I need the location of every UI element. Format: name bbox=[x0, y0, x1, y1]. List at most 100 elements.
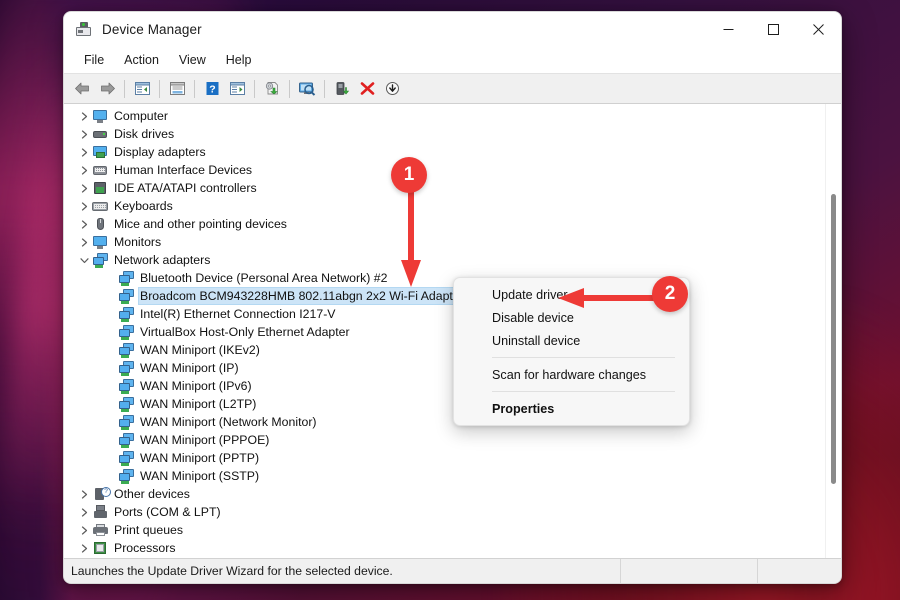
tree-row[interactable]: WAN Miniport (SSTP) bbox=[64, 467, 825, 485]
tree-indent-spacer bbox=[102, 324, 118, 340]
uninstall-device-icon[interactable] bbox=[355, 77, 379, 100]
menu-bar: File Action View Help bbox=[64, 47, 841, 73]
tree-item-label: Human Interface Devices bbox=[113, 162, 254, 178]
chevron-right-icon[interactable] bbox=[76, 144, 92, 160]
tree-row[interactable]: VirtualBox Host-Only Ethernet Adapter bbox=[64, 323, 825, 341]
tree-row[interactable]: WAN Miniport (IKEv2) bbox=[64, 341, 825, 359]
help-icon[interactable]: ? bbox=[200, 77, 224, 100]
tree-row[interactable]: Computer bbox=[64, 107, 825, 125]
tree-indent-spacer bbox=[102, 396, 118, 412]
processor-icon bbox=[92, 540, 109, 556]
tree-item-label: Processors bbox=[113, 540, 178, 556]
tree-indent-spacer bbox=[102, 360, 118, 376]
disk-drive-icon bbox=[92, 126, 109, 142]
device-tree[interactable]: ComputerDisk drivesDisplay adaptersHuman… bbox=[64, 104, 825, 558]
context-menu-item-label: Scan for hardware changes bbox=[492, 368, 646, 382]
title-bar: Device Manager bbox=[64, 12, 841, 47]
tree-row[interactable]: WAN Miniport (IPv6) bbox=[64, 377, 825, 395]
tree-row[interactable]: WAN Miniport (PPTP) bbox=[64, 449, 825, 467]
computer-icon bbox=[92, 108, 109, 124]
tree-item-label: Monitors bbox=[113, 234, 163, 250]
chevron-right-icon[interactable] bbox=[76, 234, 92, 250]
tree-row[interactable]: WAN Miniport (Network Monitor) bbox=[64, 413, 825, 431]
close-button[interactable] bbox=[796, 12, 841, 47]
tree-row[interactable]: Print queues bbox=[64, 521, 825, 539]
chevron-right-icon[interactable] bbox=[76, 216, 92, 232]
tree-row[interactable]: Intel(R) Ethernet Connection I217-V bbox=[64, 305, 825, 323]
tree-item-label: Intel(R) Ethernet Connection I217-V bbox=[139, 306, 338, 322]
tree-item-label: WAN Miniport (IP) bbox=[139, 360, 241, 376]
network-adapter-icon bbox=[118, 306, 135, 322]
chevron-right-icon[interactable] bbox=[76, 486, 92, 502]
window-controls bbox=[706, 12, 841, 47]
context-menu-item[interactable]: Properties bbox=[454, 397, 689, 420]
chevron-right-icon[interactable] bbox=[76, 540, 92, 556]
tree-row[interactable]: Display adapters bbox=[64, 143, 825, 161]
menu-action[interactable]: Action bbox=[114, 51, 169, 70]
window-title: Device Manager bbox=[102, 22, 202, 37]
network-adapter-icon bbox=[118, 378, 135, 394]
tree-row[interactable]: Monitors bbox=[64, 233, 825, 251]
tree-row[interactable]: Processors bbox=[64, 539, 825, 557]
chevron-down-icon[interactable] bbox=[76, 252, 92, 268]
forward-icon[interactable] bbox=[95, 77, 119, 100]
scrollbar-thumb[interactable] bbox=[831, 194, 836, 484]
chevron-right-icon[interactable] bbox=[76, 180, 92, 196]
tree-item-label: Network adapters bbox=[113, 252, 212, 268]
disable-device-icon[interactable] bbox=[380, 77, 404, 100]
chevron-right-icon[interactable] bbox=[76, 522, 92, 538]
tree-row[interactable]: IDE ATA/ATAPI controllers bbox=[64, 179, 825, 197]
minimize-button[interactable] bbox=[706, 12, 751, 47]
context-menu-item[interactable]: Uninstall device bbox=[454, 329, 689, 352]
network-adapter-icon bbox=[92, 252, 109, 268]
tree-indent-spacer bbox=[102, 270, 118, 286]
maximize-button[interactable] bbox=[751, 12, 796, 47]
tree-indent-spacer bbox=[102, 432, 118, 448]
scan-hardware-changes-icon[interactable] bbox=[295, 77, 319, 100]
keyboard-icon bbox=[92, 198, 109, 214]
display-adapter-icon bbox=[92, 144, 109, 160]
tree-item-label: Computer bbox=[113, 108, 170, 124]
menu-file[interactable]: File bbox=[74, 51, 114, 70]
tree-row[interactable]: ?Other devices bbox=[64, 485, 825, 503]
tree-item-label: IDE ATA/ATAPI controllers bbox=[113, 180, 259, 196]
tree-item-label: Mice and other pointing devices bbox=[113, 216, 289, 232]
enable-device-icon[interactable] bbox=[330, 77, 354, 100]
tree-indent-spacer bbox=[102, 306, 118, 322]
show-hide-action-pane-icon[interactable] bbox=[225, 77, 249, 100]
tree-row[interactable]: Human Interface Devices bbox=[64, 161, 825, 179]
device-manager-icon bbox=[75, 21, 93, 39]
network-adapter-icon bbox=[118, 342, 135, 358]
chevron-right-icon[interactable] bbox=[76, 198, 92, 214]
tree-item-label: WAN Miniport (IPv6) bbox=[139, 378, 254, 394]
tree-row[interactable]: Broadcom BCM943228HMB 802.11abgn 2x2 Wi-… bbox=[64, 287, 825, 305]
tree-row[interactable]: WAN Miniport (IP) bbox=[64, 359, 825, 377]
chevron-right-icon[interactable] bbox=[76, 504, 92, 520]
tree-row[interactable]: Keyboards bbox=[64, 197, 825, 215]
ide-controller-icon bbox=[92, 180, 109, 196]
menu-help[interactable]: Help bbox=[216, 51, 262, 70]
tree-row[interactable]: WAN Miniport (L2TP) bbox=[64, 395, 825, 413]
properties-icon[interactable] bbox=[165, 77, 189, 100]
tree-item-label: WAN Miniport (SSTP) bbox=[139, 468, 261, 484]
context-menu-item[interactable]: Scan for hardware changes bbox=[454, 363, 689, 386]
status-bar: Launches the Update Driver Wizard for th… bbox=[64, 558, 841, 583]
svg-text:?: ? bbox=[209, 84, 215, 96]
update-driver-icon[interactable] bbox=[260, 77, 284, 100]
chevron-right-icon[interactable] bbox=[76, 162, 92, 178]
tree-row[interactable]: Bluetooth Device (Personal Area Network)… bbox=[64, 269, 825, 287]
port-icon bbox=[92, 504, 109, 520]
tree-row[interactable]: SecurityDevices bbox=[64, 557, 825, 558]
tree-row[interactable]: Network adapters bbox=[64, 251, 825, 269]
tree-row[interactable]: Disk drives bbox=[64, 125, 825, 143]
tree-indent-spacer bbox=[102, 468, 118, 484]
chevron-right-icon[interactable] bbox=[76, 108, 92, 124]
back-icon[interactable] bbox=[70, 77, 94, 100]
tree-row[interactable]: Mice and other pointing devices bbox=[64, 215, 825, 233]
tree-row[interactable]: Ports (COM & LPT) bbox=[64, 503, 825, 521]
menu-view[interactable]: View bbox=[169, 51, 216, 70]
tree-row[interactable]: WAN Miniport (PPPOE) bbox=[64, 431, 825, 449]
tree-scrollbar[interactable] bbox=[825, 104, 841, 558]
show-hide-console-tree-icon[interactable] bbox=[130, 77, 154, 100]
chevron-right-icon[interactable] bbox=[76, 126, 92, 142]
